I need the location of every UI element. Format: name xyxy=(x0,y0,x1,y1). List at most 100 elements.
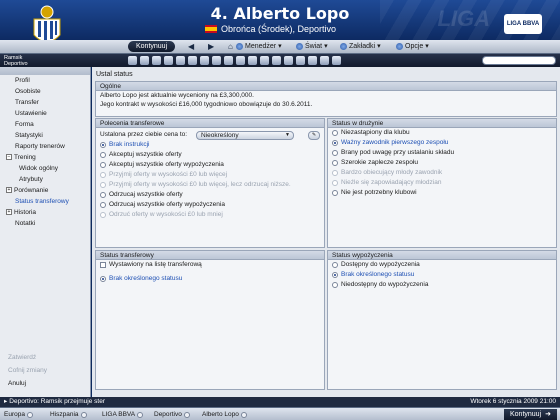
home-icon[interactable] xyxy=(128,56,137,65)
breadcrumb-league[interactable]: LIGA BBVA xyxy=(102,410,144,419)
checkbox[interactable] xyxy=(100,262,106,268)
calendar-icon[interactable] xyxy=(152,56,161,65)
radio-button[interactable] xyxy=(100,152,106,158)
fixtures-icon[interactable] xyxy=(236,56,245,65)
asking-price-dropdown[interactable]: Nieokreślony ▼ xyxy=(196,131,294,140)
manager-info[interactable]: Ramsik Deportivo xyxy=(2,54,86,67)
sidebar-item-positions[interactable]: Ustawienie xyxy=(0,108,90,119)
squad-icon[interactable] xyxy=(164,56,173,65)
finances-icon[interactable] xyxy=(224,56,233,65)
loan-option-unavailable[interactable]: Niedostępny do wypożyczenia xyxy=(328,280,556,290)
transfer-option-accept-loans[interactable]: Akceptuj wszystkie oferty wypożyczenia xyxy=(96,160,324,170)
sidebar-item-profile[interactable]: Profil xyxy=(0,75,90,86)
competition-icon[interactable] xyxy=(260,56,269,65)
training-icon[interactable] xyxy=(188,56,197,65)
transfer-status-option-none[interactable]: Brak określonego statusu xyxy=(96,274,324,284)
staff-icon[interactable] xyxy=(296,56,305,65)
tactics-icon[interactable] xyxy=(176,56,185,65)
sidebar-item-coach-reports[interactable]: Raporty trenerów xyxy=(0,141,90,152)
sidebar-item-personal[interactable]: Osobiste xyxy=(0,86,90,97)
breadcrumb-dropdown-icon[interactable] xyxy=(183,411,190,418)
scouting-icon[interactable] xyxy=(200,56,209,65)
sidebar-item-transfer[interactable]: Transfer xyxy=(0,97,90,108)
breadcrumb-dropdown-icon[interactable] xyxy=(240,411,247,418)
toolbar-icons xyxy=(128,56,341,65)
breadcrumb-club[interactable]: Deportivo xyxy=(154,410,190,419)
loan-option-none[interactable]: Brak określonego statusu xyxy=(328,270,556,280)
board-icon[interactable] xyxy=(284,56,293,65)
option-label: Niezastąpiony dla klubu xyxy=(341,129,410,136)
squad-option-important[interactable]: Ważny zawodnik pierwszego zespołu xyxy=(328,138,556,148)
expand-toggle-icon[interactable]: + xyxy=(6,209,12,216)
news-icon[interactable] xyxy=(272,56,281,65)
search-input[interactable] xyxy=(482,56,556,65)
transfer-option-no-instruction[interactable]: Brak instrukcji xyxy=(96,140,324,150)
asking-price-edit-button[interactable]: ✎ xyxy=(308,131,320,140)
continue-button[interactable]: Kontynuuj xyxy=(128,41,176,52)
radio-button[interactable] xyxy=(100,276,106,282)
transfers-icon[interactable] xyxy=(212,56,221,65)
radio-button[interactable] xyxy=(332,272,338,278)
sidebar-item-comparison[interactable]: + Porównanie xyxy=(0,185,90,196)
squad-option-irreplaceable[interactable]: Niezastąpiony dla klubu xyxy=(328,128,556,138)
search-icon[interactable] xyxy=(332,56,341,65)
sidebar-item-stats[interactable]: Statystyki xyxy=(0,130,90,141)
radio-button[interactable] xyxy=(332,282,338,288)
sidebar-item-notes[interactable]: Notatki xyxy=(0,218,90,229)
menu-world[interactable]: Świat ▾ xyxy=(296,41,328,52)
breadcrumb-europe[interactable]: Europa xyxy=(4,410,33,419)
collapse-toggle-icon[interactable]: − xyxy=(6,154,12,161)
radio-button[interactable] xyxy=(100,142,106,148)
radio-button[interactable] xyxy=(332,140,338,146)
option-label: Nie jest potrzebny klubowi xyxy=(341,189,417,196)
cancel-button[interactable]: Anuluj xyxy=(0,377,91,390)
transfer-list-checkbox-row[interactable]: Wystawiony na listę transferową xyxy=(96,260,324,270)
squad-option-rotation[interactable]: Brany pod uwagę przy ustalaniu składu xyxy=(328,148,556,158)
undo-changes-button[interactable]: Cofnij zmiany xyxy=(0,364,91,377)
radio-button[interactable] xyxy=(332,130,338,136)
loan-option-available[interactable]: Dostępny do wypożyczenia xyxy=(328,260,556,270)
sidebar-item-training-overview[interactable]: Widok ogólny xyxy=(0,163,90,174)
transfer-option-reject-all[interactable]: Odrzucaj wszystkie oferty xyxy=(96,190,324,200)
squad-option-not-needed[interactable]: Nie jest potrzebny klubowi xyxy=(328,188,556,198)
radio-button[interactable] xyxy=(100,202,106,208)
option-label: Nieźle się zapowiadający młodzian xyxy=(341,179,442,186)
sidebar-item-training[interactable]: − Trening xyxy=(0,152,90,163)
breadcrumb-dropdown-icon[interactable] xyxy=(26,411,33,418)
breadcrumb-label: Deportivo xyxy=(154,411,182,418)
breadcrumb-dropdown-icon[interactable] xyxy=(137,411,144,418)
expand-toggle-icon[interactable]: + xyxy=(6,187,12,194)
stats-icon[interactable] xyxy=(308,56,317,65)
forward-arrow-icon[interactable]: ▶ xyxy=(208,41,214,52)
trophy-icon[interactable] xyxy=(248,56,257,65)
home-icon[interactable]: ⌂ xyxy=(228,41,233,52)
transfer-option-reject-loans[interactable]: Odrzucaj wszystkie oferty wypożyczenia xyxy=(96,200,324,210)
menu-options[interactable]: Opcje ▾ xyxy=(396,41,429,52)
sidebar-item-history[interactable]: + Historia xyxy=(0,207,90,218)
confirm-button[interactable]: Zatwierdź xyxy=(0,351,91,364)
radio-button[interactable] xyxy=(100,192,106,198)
breadcrumb-spain[interactable]: Hiszpania xyxy=(50,410,87,419)
breadcrumb-player[interactable]: Alberto Lopo xyxy=(202,410,247,419)
menu-bookmarks[interactable]: Zakładki ▾ xyxy=(340,41,381,52)
transfer-status-panel: Status transferowy Wystawiony na listę t… xyxy=(95,250,325,390)
breadcrumb-label: Europa xyxy=(4,411,25,418)
radio-button[interactable] xyxy=(332,190,338,196)
radio-button[interactable] xyxy=(332,262,338,268)
radio-button[interactable] xyxy=(332,150,338,156)
inbox-icon[interactable] xyxy=(140,56,149,65)
squad-option-backup[interactable]: Szerokie zaplecze zespołu xyxy=(328,158,556,168)
transfer-option-accept-all[interactable]: Akceptuj wszystkie oferty xyxy=(96,150,324,160)
back-arrow-icon[interactable]: ◀ xyxy=(188,41,194,52)
squad-option-hot-prospect: Bardzo obiecujący młody zawodnik xyxy=(328,168,556,178)
menu-manager[interactable]: Menedżer ▾ xyxy=(236,41,282,52)
sidebar-item-attributes[interactable]: Atrybuty xyxy=(0,174,90,185)
sidebar-item-form[interactable]: Forma xyxy=(0,119,90,130)
sidebar-item-transfer-status[interactable]: Status transferowy xyxy=(0,196,90,207)
loan-status-heading: Status wypożyczenia xyxy=(328,251,556,260)
breadcrumb-dropdown-icon[interactable] xyxy=(80,411,87,418)
radio-button[interactable] xyxy=(332,160,338,166)
footer-continue-button[interactable]: Kontynuuj ➜ xyxy=(503,409,557,420)
notes-icon[interactable] xyxy=(320,56,329,65)
radio-button[interactable] xyxy=(100,162,106,168)
